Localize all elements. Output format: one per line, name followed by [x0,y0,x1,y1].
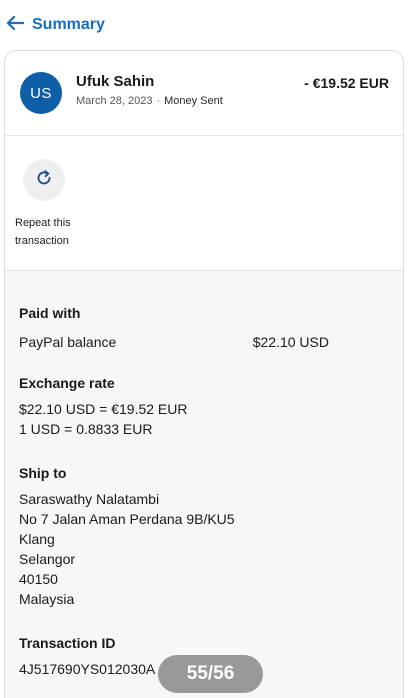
exchange-rate-title: Exchange rate [19,375,115,391]
transaction-date: March 28, 2023 [76,95,153,107]
payment-amount: $22.10 USD [252,334,329,350]
exchange-rate-line1: $22.10 USD = €19.52 EUR [19,401,188,417]
arrow-left-icon [6,15,25,35]
page-indicator: 55/56 [158,655,263,693]
address-line: Malaysia [19,591,75,607]
refresh-icon [35,169,53,192]
back-label: Summary [32,16,105,33]
repeat-label-line2: transaction [15,235,69,247]
ship-to-section: Ship to Saraswathy Nalatambi No 7 Jalan … [19,465,389,609]
paid-with-title: Paid with [19,305,81,321]
repeat-transaction-label[interactable]: Repeat this transaction [15,214,105,250]
transaction-id-title: Transaction ID [19,635,116,651]
counterparty-name: Ufuk Sahin [76,73,155,90]
paid-with-section: Paid with PayPal balance $22.10 USD [19,305,389,352]
address-line: Selangor [19,551,76,567]
address-line: Saraswathy Nalatambi [19,491,160,507]
top-bar: Summary [0,10,409,40]
transaction-card: US Ufuk Sahin March 28, 2023 · Money Sen… [4,50,404,698]
actions-section: Repeat this transaction [5,136,403,271]
repeat-label-line1: Repeat this [15,217,71,229]
ship-to-title: Ship to [19,465,67,481]
address-line: 40150 [19,571,58,587]
back-button[interactable]: Summary [6,15,105,35]
exchange-rate-section: Exchange rate $22.10 USD = €19.52 EUR 1 … [19,375,389,439]
repeat-transaction-button[interactable] [23,159,65,201]
separator-dot: · [156,95,161,107]
transaction-details-page: Summary US Ufuk Sahin March 28, 2023 · M… [0,0,409,698]
avatar: US [20,72,62,114]
transaction-header: US Ufuk Sahin March 28, 2023 · Money Sen… [5,51,403,136]
payment-method: PayPal balance [19,334,117,350]
transaction-meta: March 28, 2023 · Money Sent [76,95,223,107]
address-line: No 7 Jalan Aman Perdana 9B/KU5 [19,511,235,527]
transaction-amount: - €19.52 EUR [304,75,389,91]
transaction-type: Money Sent [164,95,223,107]
address-line: Klang [19,531,55,547]
paid-with-row: PayPal balance $22.10 USD [19,332,329,352]
exchange-rate-line2: 1 USD = 0.8833 EUR [19,421,153,437]
ship-to-address: Saraswathy Nalatambi No 7 Jalan Aman Per… [19,489,389,609]
